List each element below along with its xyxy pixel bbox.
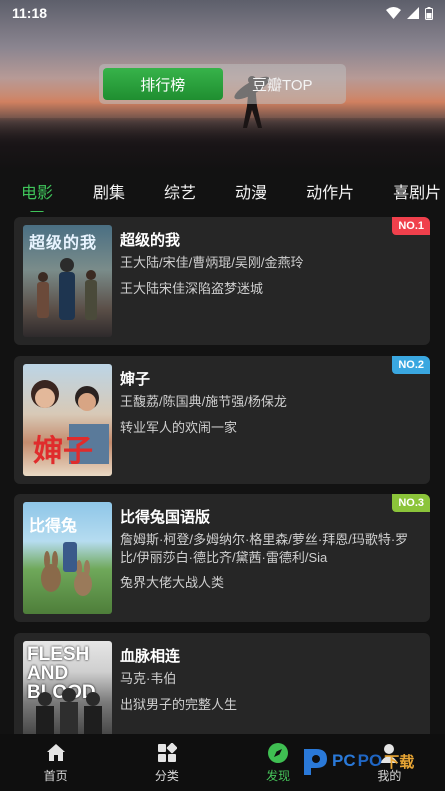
movie-title: 血脉相连 bbox=[120, 648, 181, 665]
app-screen: 11:18 排行榜 豆瓣TOP 电影 剧集 综艺 动漫 动作片 喜剧片 超级的我 bbox=[0, 0, 445, 791]
rank-badge: NO.2 bbox=[392, 356, 430, 374]
douban-top-tab[interactable]: 豆瓣TOP bbox=[223, 68, 343, 100]
movie-card[interactable]: FLESH AND BLOOD 血脉相连 马克·韦伯 出狱男子的完整人生 bbox=[14, 633, 430, 743]
tab-movie[interactable]: 电影 bbox=[21, 179, 53, 212]
movie-poster: FLESH AND BLOOD bbox=[23, 641, 112, 743]
poster-figures bbox=[41, 542, 92, 596]
battery-icon bbox=[425, 6, 433, 20]
home-icon bbox=[45, 742, 67, 764]
active-tab-indicator bbox=[30, 211, 44, 212]
pcpop-watermark: PC PO 下载 bbox=[300, 744, 414, 778]
tab-series[interactable]: 剧集 bbox=[93, 179, 125, 203]
rank-badge: NO.1 bbox=[392, 217, 430, 235]
poster-figures bbox=[36, 688, 102, 743]
tab-comedy[interactable]: 喜剧片 bbox=[393, 179, 441, 203]
hero-banner: 11:18 排行榜 豆瓣TOP bbox=[0, 0, 445, 170]
nav-home[interactable]: 首页 bbox=[0, 742, 111, 784]
movie-card[interactable]: 比得兔 比得兔国语版 詹姆斯·柯登/多姆纳尔·格里森/萝丝·拜恩/玛歌特·罗比/… bbox=[14, 494, 430, 622]
tab-anime[interactable]: 动漫 bbox=[235, 179, 267, 203]
nav-label: 分类 bbox=[154, 768, 179, 783]
movie-poster: 超级的我 bbox=[23, 225, 112, 337]
rank-badge: NO.3 bbox=[392, 494, 430, 512]
movie-desc: 出狱男子的完整人生 bbox=[120, 697, 238, 712]
ranking-tab[interactable]: 排行榜 bbox=[103, 68, 223, 100]
movie-poster: 婶子 bbox=[23, 364, 112, 476]
wifi-icon bbox=[386, 7, 401, 19]
movie-cast: 王大陆/宋佳/曹炳琨/吴刚/金燕玲 bbox=[120, 255, 304, 270]
movie-title: 婶子 bbox=[120, 371, 151, 388]
signal-icon bbox=[407, 7, 419, 19]
movie-desc: 兔界大佬大战人类 bbox=[120, 575, 225, 590]
movie-title: 超级的我 bbox=[120, 232, 181, 249]
movie-card[interactable]: 婶子 婶子 王馥荔/陈国典/施节强/杨保龙 转业军人的欢闹一家 NO.2 bbox=[14, 356, 430, 484]
ranking-switcher: 排行榜 豆瓣TOP bbox=[99, 64, 346, 104]
movie-cast: 王馥荔/陈国典/施节强/杨保龙 bbox=[120, 394, 287, 409]
movie-card[interactable]: 超级的我 超级的我 王大陆/宋佳/曹炳琨/吴刚/金燕玲 王大陆宋佳深陷盗梦迷城 … bbox=[14, 217, 430, 345]
movie-poster: 比得兔 bbox=[23, 502, 112, 614]
pcpop-logo-icon bbox=[304, 749, 327, 775]
category-icon bbox=[156, 742, 178, 764]
nav-category[interactable]: 分类 bbox=[111, 742, 222, 784]
movie-cast: 马克·韦伯 bbox=[120, 671, 177, 686]
movie-desc: 转业军人的欢闹一家 bbox=[120, 420, 238, 435]
poster-figures bbox=[37, 258, 97, 320]
nav-label: 发现 bbox=[266, 768, 291, 783]
movie-cast: 詹姆斯·柯登/多姆纳尔·格里森/萝丝·拜恩/玛歌特·罗比/伊丽莎白·德比齐/黛茜… bbox=[120, 532, 409, 565]
status-time: 11:18 bbox=[12, 5, 48, 21]
tab-action[interactable]: 动作片 bbox=[306, 179, 354, 203]
compass-icon bbox=[267, 742, 289, 764]
tab-variety[interactable]: 综艺 bbox=[164, 179, 196, 203]
status-icons bbox=[386, 6, 433, 20]
movie-title: 比得兔国语版 bbox=[120, 509, 211, 526]
category-tabs: 电影 剧集 综艺 动漫 动作片 喜剧片 bbox=[0, 170, 445, 212]
status-bar: 11:18 bbox=[0, 0, 445, 26]
movie-desc: 王大陆宋佳深陷盗梦迷城 bbox=[120, 281, 264, 296]
nav-label: 首页 bbox=[43, 768, 68, 783]
